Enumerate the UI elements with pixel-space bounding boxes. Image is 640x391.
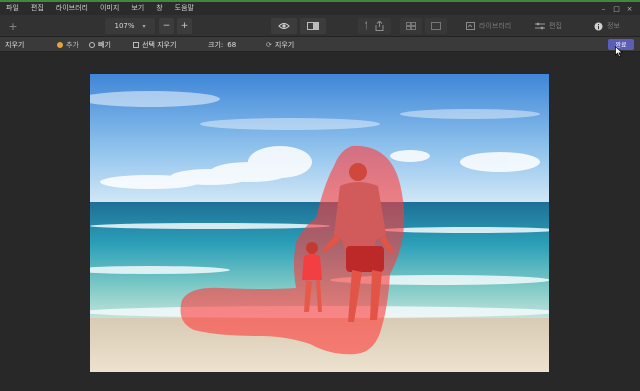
info-tab[interactable]: 정보 [594, 18, 620, 34]
close-button[interactable]: × [623, 5, 636, 13]
grid-icon [406, 22, 416, 30]
brush-size-label: 크기: [208, 40, 224, 49]
maximize-button[interactable]: □ [610, 5, 623, 13]
menu-bar: 파일 편집 라이브러리 이미지 보기 창 도움말 – □ × [0, 0, 640, 15]
checkbox-icon [133, 41, 139, 48]
single-view-icon [431, 22, 441, 30]
app-window: 파일 편집 라이브러리 이미지 보기 창 도움말 – □ × + 107% ▾ … [0, 0, 640, 391]
brush-size-value: 68 [227, 40, 237, 49]
add-mode-dot-icon [57, 41, 63, 48]
edit-tab[interactable]: 편집 [535, 18, 562, 34]
tool-name: 지우기 [5, 40, 25, 49]
preview-button[interactable] [271, 18, 297, 34]
window-controls: – □ × [597, 2, 636, 15]
add-mode-label: 추가 [66, 40, 79, 49]
info-tab-label: 정보 [607, 22, 620, 30]
menu-image[interactable]: 이미지 [94, 2, 125, 15]
subtract-mode-dot-icon [89, 41, 95, 48]
reset-icon: ⟳ [266, 40, 272, 49]
add-mode-option[interactable]: 추가 [57, 37, 79, 52]
zoom-value: 107% [114, 22, 135, 30]
erase-selection-label: 선택 지우기 [142, 40, 177, 49]
grid-view-button[interactable] [400, 18, 422, 34]
zoom-in-button[interactable]: + [177, 18, 192, 34]
split-view-icon [307, 22, 319, 30]
brush-size[interactable]: 크기: 68 [208, 37, 236, 52]
minimize-button[interactable]: – [597, 5, 610, 13]
eye-icon [278, 23, 290, 29]
add-button[interactable]: + [4, 18, 22, 34]
edit-tab-label: 편집 [549, 22, 562, 30]
chevron-down-icon: ▾ [142, 22, 146, 30]
zoom-select[interactable]: 107% ▾ [105, 18, 155, 34]
toolbar: + 107% ▾ − + 라이브러리 편집 정보 [0, 15, 640, 37]
share-icon [375, 21, 383, 31]
info-icon [594, 22, 603, 30]
menu-help[interactable]: 도움말 [169, 2, 200, 15]
erase-selection-option[interactable]: 선택 지우기 [133, 37, 176, 52]
photo-image[interactable] [90, 74, 549, 372]
share-button[interactable] [367, 18, 391, 34]
canvas-area[interactable] [0, 46, 640, 391]
menu-file[interactable]: 파일 [0, 2, 25, 15]
menu-edit[interactable]: 편집 [25, 2, 50, 15]
subtract-mode-label: 빼기 [98, 40, 111, 49]
clear-mask-label: 지우기 [274, 40, 295, 49]
mouse-cursor-icon [615, 46, 623, 58]
menu-window[interactable]: 창 [150, 2, 168, 15]
compare-button[interactable] [300, 18, 326, 34]
library-tab[interactable]: 라이브러리 [466, 18, 511, 34]
zoom-out-button[interactable]: − [159, 18, 174, 34]
library-icon [466, 22, 475, 30]
single-view-button[interactable] [425, 18, 447, 34]
options-bar: 지우기 추가 빼기 선택 지우기 크기: 68 ⟳ 지우기 완료 [0, 37, 640, 52]
menu-view[interactable]: 보기 [125, 2, 150, 15]
subtract-mode-option[interactable]: 빼기 [89, 37, 111, 52]
sliders-icon [535, 22, 545, 30]
clear-mask-button[interactable]: ⟳ 지우기 [266, 37, 294, 52]
library-tab-label: 라이브러리 [479, 22, 512, 30]
menu-library[interactable]: 라이브러리 [50, 2, 94, 15]
